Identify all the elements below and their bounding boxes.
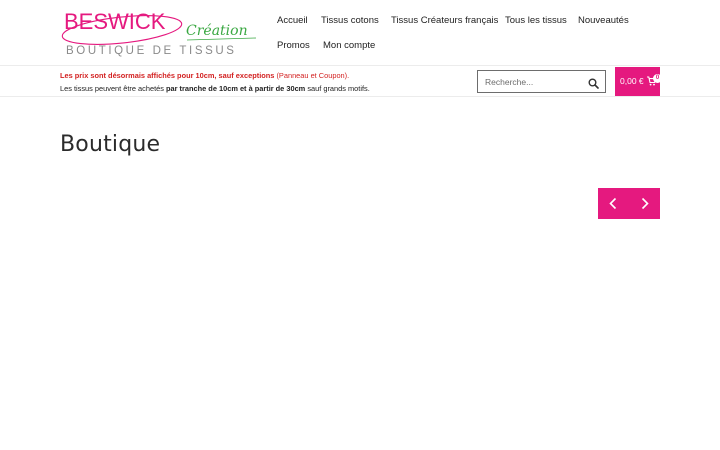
divider (0, 96, 720, 97)
nav-item-promos[interactable]: Promos (277, 40, 310, 51)
slider-prev-button[interactable] (598, 188, 629, 219)
nav-item-accueil[interactable]: Accueil (277, 15, 308, 26)
chevron-left-icon (609, 197, 617, 210)
notice-line-1-rest: (Panneau et Coupon). (274, 71, 350, 80)
logo-tagline: BOUTIQUE DE TISSUS (66, 45, 237, 57)
cart-count-badge: 0 (653, 74, 662, 83)
nav-item-nouveautes[interactable]: Nouveautés (578, 15, 629, 26)
logo-script: Création (186, 23, 248, 39)
pricing-notice: Les prix sont désormais affichés pour 10… (60, 69, 460, 95)
notice-line-2-end: sauf grands motifs. (305, 84, 370, 93)
nav-item-tous-les-tissus[interactable]: Tous les tissus (505, 15, 567, 26)
notice-line-1: Les prix sont désormais affichés pour 10… (60, 69, 460, 82)
nav-item-mon-compte[interactable]: Mon compte (323, 40, 375, 51)
site-header: BESWICK Création BOUTIQUE DE TISSUS Accu… (0, 0, 720, 66)
page-title: Boutique (60, 132, 161, 157)
notice-line-2-start: Les tissus peuvent être achetés (60, 84, 166, 93)
nav-item-tissus-createurs[interactable]: Tissus Créateurs français (391, 15, 498, 26)
search-input[interactable] (478, 71, 583, 92)
slider-next-button[interactable] (629, 188, 660, 219)
search-icon[interactable] (588, 76, 599, 89)
site-logo[interactable]: BESWICK Création BOUTIQUE DE TISSUS (60, 6, 260, 60)
notice-line-2: Les tissus peuvent être achetés par tran… (60, 82, 460, 95)
chevron-right-icon (641, 197, 649, 210)
notice-line-1-bold: Les prix sont désormais affichés pour 10… (60, 71, 275, 80)
search-box (477, 70, 606, 93)
slider-navigation (598, 188, 660, 219)
cart-button[interactable]: 0,00 € 0 (615, 67, 662, 96)
notice-line-2-bold: par tranche de 10cm et à partir de 30cm (166, 84, 306, 93)
cart-amount: 0,00 € (620, 76, 644, 86)
nav-item-tissus-cotons[interactable]: Tissus cotons (321, 15, 379, 26)
logo-brand: BESWICK (64, 9, 166, 34)
